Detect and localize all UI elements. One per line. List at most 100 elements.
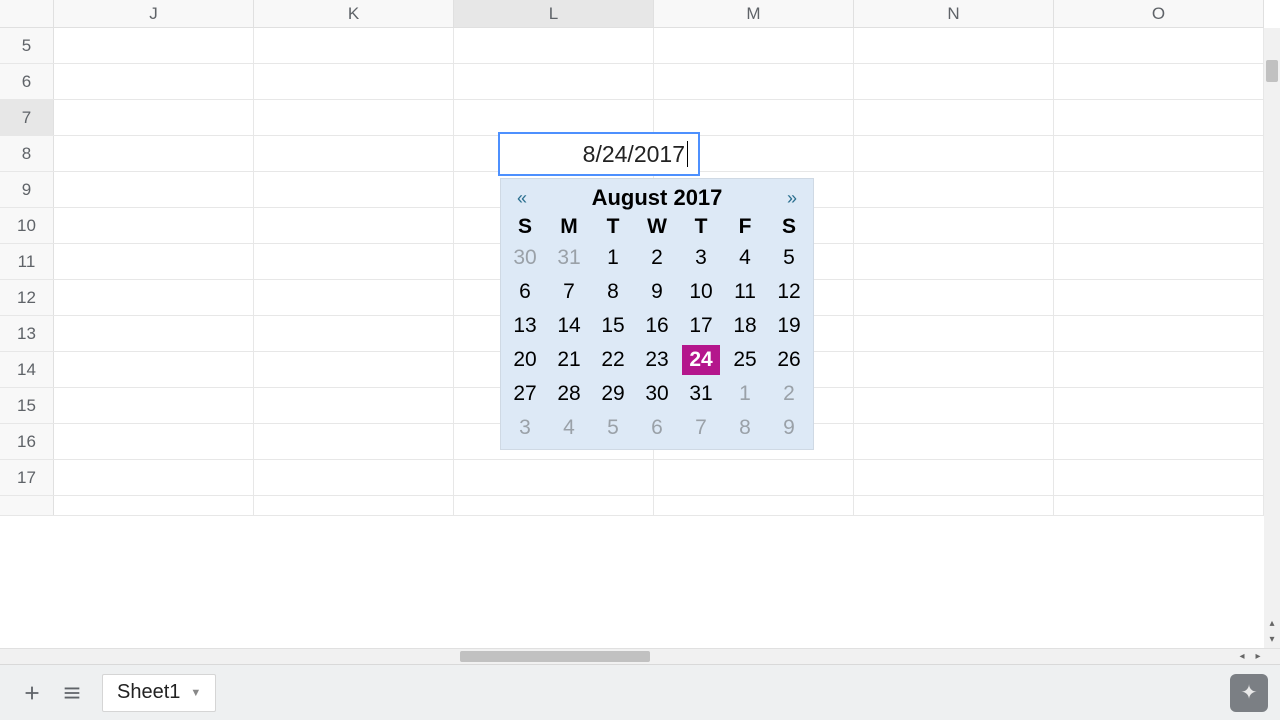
column-header-o[interactable]: O [1054, 0, 1264, 27]
date-picker-day[interactable]: 7 [547, 275, 591, 309]
date-picker-day[interactable]: 3 [679, 241, 723, 275]
cell[interactable] [254, 460, 454, 495]
horizontal-scrollbar-thumb[interactable] [460, 651, 650, 662]
scroll-down-arrow-icon[interactable] [1264, 632, 1280, 648]
date-picker-day[interactable]: 4 [547, 411, 591, 445]
cell[interactable] [854, 100, 1054, 135]
cell[interactable] [254, 244, 454, 279]
date-picker-day[interactable]: 8 [591, 275, 635, 309]
date-picker-day[interactable]: 3 [503, 411, 547, 445]
all-sheets-button[interactable] [52, 673, 92, 713]
cell[interactable] [654, 64, 854, 99]
cell[interactable] [54, 424, 254, 459]
cell[interactable] [654, 28, 854, 63]
row-header-9[interactable]: 9 [0, 172, 54, 207]
date-picker-title[interactable]: August 2017 [592, 185, 723, 211]
date-picker-day[interactable]: 19 [767, 309, 811, 343]
row-header-17[interactable]: 17 [0, 460, 54, 495]
cell[interactable] [854, 352, 1054, 387]
date-picker-day[interactable]: 30 [635, 377, 679, 411]
cell[interactable] [854, 28, 1054, 63]
sheet-tab[interactable]: Sheet1 ▼ [102, 674, 216, 712]
row-header-16[interactable]: 16 [0, 424, 54, 459]
cell[interactable] [1054, 316, 1264, 351]
cell[interactable] [254, 388, 454, 423]
row-header-13[interactable]: 13 [0, 316, 54, 351]
cell[interactable] [454, 460, 654, 495]
date-picker-day[interactable]: 5 [767, 241, 811, 275]
cell[interactable] [254, 64, 454, 99]
cell[interactable] [1054, 352, 1264, 387]
date-picker-day[interactable]: 10 [679, 275, 723, 309]
date-picker-day[interactable]: 18 [723, 309, 767, 343]
date-picker-day[interactable]: 4 [723, 241, 767, 275]
row-header-12[interactable]: 12 [0, 280, 54, 315]
cell[interactable] [54, 460, 254, 495]
date-picker-day[interactable]: 11 [723, 275, 767, 309]
date-picker-day[interactable]: 16 [635, 309, 679, 343]
date-picker-day[interactable]: 27 [503, 377, 547, 411]
cell[interactable] [1054, 208, 1264, 243]
date-picker-day[interactable]: 21 [547, 343, 591, 377]
cell[interactable] [854, 64, 1054, 99]
row-header-5[interactable]: 5 [0, 28, 54, 63]
column-header-m[interactable]: M [654, 0, 854, 27]
date-picker-prev-month[interactable]: « [511, 186, 533, 211]
cell[interactable] [854, 208, 1054, 243]
cell[interactable] [54, 352, 254, 387]
cell[interactable] [1054, 136, 1264, 171]
date-picker-day[interactable]: 17 [679, 309, 723, 343]
date-picker-day[interactable]: 31 [547, 241, 591, 275]
date-picker-day[interactable]: 23 [635, 343, 679, 377]
cell[interactable] [454, 64, 654, 99]
cell[interactable] [54, 496, 254, 515]
cell[interactable] [254, 280, 454, 315]
column-header-l[interactable]: L [454, 0, 654, 27]
cell[interactable] [854, 460, 1054, 495]
date-picker-day[interactable]: 28 [547, 377, 591, 411]
date-picker-day[interactable]: 26 [767, 343, 811, 377]
cell[interactable] [1054, 460, 1264, 495]
row-header-7[interactable]: 7 [0, 100, 54, 135]
cell[interactable] [54, 172, 254, 207]
cell[interactable] [854, 280, 1054, 315]
scroll-right-arrow-icon[interactable] [1250, 649, 1266, 665]
cell[interactable] [54, 388, 254, 423]
date-picker-day[interactable]: 12 [767, 275, 811, 309]
date-picker-day[interactable]: 14 [547, 309, 591, 343]
cell[interactable] [54, 64, 254, 99]
date-picker-day[interactable]: 30 [503, 241, 547, 275]
cell[interactable] [54, 316, 254, 351]
cell[interactable] [654, 460, 854, 495]
date-picker-day[interactable]: 6 [503, 275, 547, 309]
select-all-corner[interactable] [0, 0, 54, 27]
cell[interactable] [854, 172, 1054, 207]
cell[interactable] [1054, 496, 1264, 515]
cell[interactable] [854, 136, 1054, 171]
cell[interactable] [254, 424, 454, 459]
date-picker-day[interactable]: 1 [723, 377, 767, 411]
vertical-scrollbar-thumb[interactable] [1266, 60, 1278, 82]
cell[interactable] [854, 424, 1054, 459]
date-picker-day[interactable]: 9 [635, 275, 679, 309]
column-header-k[interactable]: K [254, 0, 454, 27]
row-header-10[interactable]: 10 [0, 208, 54, 243]
scroll-left-arrow-icon[interactable] [1234, 649, 1250, 665]
active-cell-input[interactable]: 8/24/2017 [498, 132, 700, 176]
horizontal-scrollbar[interactable] [0, 648, 1280, 664]
date-picker-day[interactable]: 25 [723, 343, 767, 377]
cell[interactable] [54, 280, 254, 315]
cell[interactable] [254, 172, 454, 207]
date-picker-day[interactable]: 31 [679, 377, 723, 411]
cell[interactable] [254, 208, 454, 243]
cell[interactable] [854, 496, 1054, 515]
date-picker-day[interactable]: 2 [635, 241, 679, 275]
row-header-6[interactable]: 6 [0, 64, 54, 99]
cell[interactable] [854, 388, 1054, 423]
cell[interactable] [254, 136, 454, 171]
cell[interactable] [1054, 64, 1264, 99]
date-picker-day[interactable]: 5 [591, 411, 635, 445]
column-header-j[interactable]: J [54, 0, 254, 27]
date-picker-day[interactable]: 13 [503, 309, 547, 343]
cell[interactable] [1054, 244, 1264, 279]
